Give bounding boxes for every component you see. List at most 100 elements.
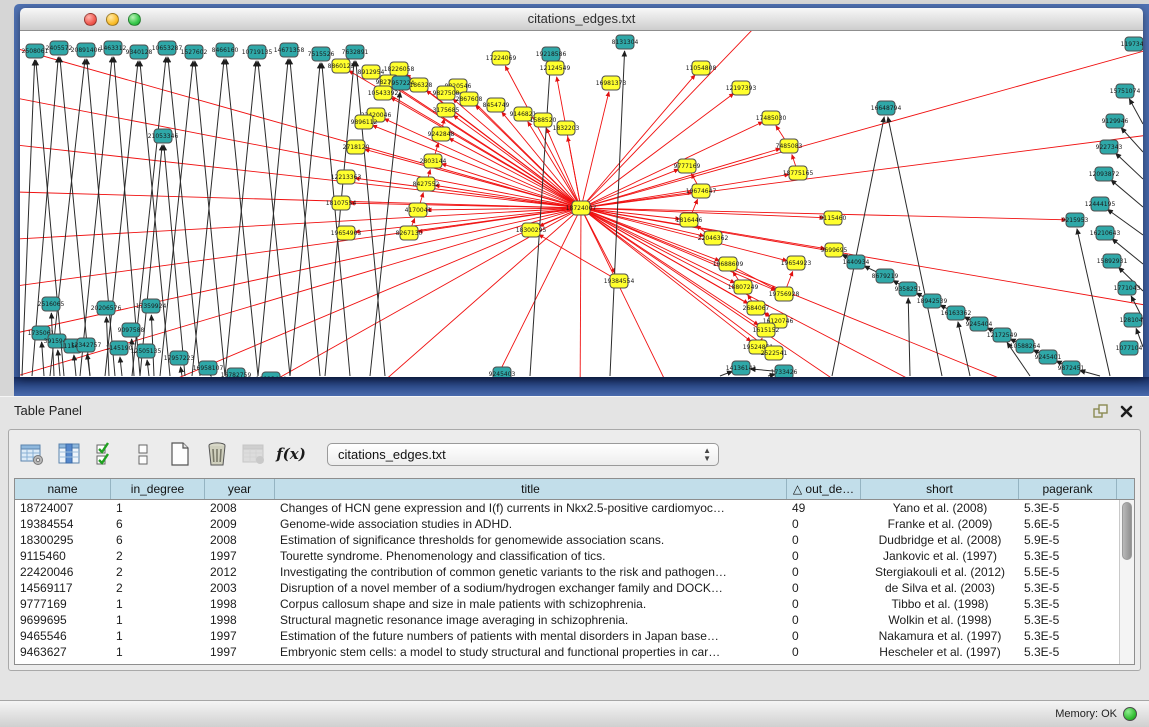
table-cell: 9115460 (15, 548, 111, 564)
graph-edge[interactable] (1129, 99, 1143, 124)
graph-edge[interactable] (581, 208, 1080, 377)
memory-ok-indicator-icon[interactable] (1123, 707, 1137, 721)
table-cell: 1 (111, 596, 205, 612)
graph-edge[interactable] (581, 75, 695, 208)
graph-edge[interactable] (192, 59, 224, 376)
network-window-titlebar[interactable]: citations_edges.txt (20, 8, 1143, 31)
graph-node-label: 11054808 (686, 65, 717, 72)
column-header[interactable]: △ out_de… (787, 479, 861, 499)
column-header[interactable]: name (15, 479, 111, 499)
graph-edge[interactable] (958, 322, 970, 376)
graph-edge[interactable] (1077, 229, 1110, 376)
table-row[interactable]: 1456911722003Disruption of a novel membe… (15, 580, 1134, 596)
table-row[interactable]: 911546021997Tourette syndrome. Phenomeno… (15, 548, 1134, 564)
graph-edge[interactable] (325, 61, 354, 376)
graph-edge[interactable] (442, 164, 581, 208)
deselect-all-button[interactable] (128, 439, 158, 469)
graph-edge[interactable] (888, 117, 942, 376)
graph-node-label: 3175685 (433, 107, 460, 114)
graph-node-label: 12124549 (540, 65, 571, 72)
close-window-button[interactable] (84, 13, 97, 26)
graph-node-label: 18724007 (566, 205, 597, 212)
graph-node-label: 20891406 (71, 47, 102, 54)
table-row[interactable]: 977716911998Corpus callosum shape and si… (15, 596, 1134, 612)
table-cell: Dudbridge et al. (2008) (861, 532, 1019, 548)
graph-edge[interactable] (1121, 128, 1143, 152)
graph-node-label: 19384554 (604, 278, 635, 285)
graph-edge[interactable] (195, 61, 225, 376)
table-settings-button[interactable] (17, 439, 47, 469)
table-cell: Genome-wide association studies in ADHD. (275, 516, 787, 532)
table-cell: 5.3E-5 (1019, 500, 1117, 516)
column-header[interactable]: year (205, 479, 275, 499)
table-row[interactable]: 969969511998Structural magnetic resonanc… (15, 612, 1134, 628)
graph-edge[interactable] (87, 59, 115, 376)
scrollbar-thumb[interactable] (1122, 502, 1132, 560)
column-header[interactable]: short (861, 479, 1019, 499)
graph-edge[interactable] (1116, 153, 1143, 179)
table-row[interactable]: 946362711997Embryonic stem cells: a mode… (15, 644, 1134, 660)
table-row[interactable]: 1938455462009Genome-wide association stu… (15, 516, 1134, 532)
graph-edge[interactable] (20, 208, 581, 341)
graph-edge[interactable] (355, 208, 581, 232)
graph-node-label: 10543392 (368, 90, 399, 97)
graph-edge[interactable] (580, 208, 581, 377)
table-cell: 19384554 (15, 516, 111, 532)
column-header[interactable]: title (275, 479, 787, 499)
column-header[interactable]: in_degree (111, 479, 205, 499)
graph-edge[interactable] (581, 208, 751, 341)
graph-edge[interactable] (581, 169, 679, 208)
select-all-button[interactable] (91, 439, 121, 469)
minimize-window-button[interactable] (106, 13, 119, 26)
graph-edge[interactable] (225, 61, 256, 376)
graph-edge[interactable] (20, 208, 581, 377)
graph-edge[interactable] (60, 57, 90, 376)
graph-edge[interactable] (1111, 180, 1143, 207)
float-panel-icon[interactable] (1093, 404, 1108, 424)
graph-edge[interactable] (180, 367, 182, 376)
graph-edge[interactable] (418, 208, 581, 232)
table-row[interactable]: 1830029562008Estimation of significance … (15, 532, 1134, 548)
table-row[interactable]: 946554611997Estimation of the future num… (15, 628, 1134, 644)
graph-edge[interactable] (20, 191, 581, 208)
function-builder-button[interactable]: f(x) (276, 439, 306, 469)
graph-edge[interactable] (322, 63, 350, 376)
graph-edge[interactable] (530, 63, 550, 376)
graph-edge[interactable] (581, 208, 735, 283)
graph-edge[interactable] (226, 59, 258, 376)
graph-node-label: 2718120 (343, 144, 370, 151)
graph-edge[interactable] (581, 149, 780, 208)
table-cell: Hescheler et al. (1997) (861, 644, 1019, 660)
table-select-combobox[interactable]: citations_edges.txt ▲▼ (327, 443, 719, 466)
graph-node-label: 18107554 (326, 200, 357, 207)
graph-edge[interactable] (372, 125, 581, 208)
table-toolbar: f(x) citations_edges.txt ▲▼ (17, 435, 719, 473)
new-table-button[interactable] (165, 439, 195, 469)
table-cell: 9463627 (15, 644, 111, 660)
delete-table-button[interactable] (202, 439, 232, 469)
graph-edge[interactable] (50, 59, 85, 376)
zoom-window-button[interactable] (128, 13, 141, 26)
graph-edge[interactable] (168, 57, 200, 376)
graph-node-label: 12172549 (987, 332, 1018, 339)
network-canvas[interactable]: 1872400788601238912954182260589827509818… (20, 31, 1143, 377)
table-cell: Estimation of the future numbers of pati… (275, 628, 787, 644)
table-row[interactable]: 2242004622012Investigating the contribut… (15, 564, 1134, 580)
graph-edge[interactable] (581, 31, 780, 208)
graph-edge[interactable] (20, 208, 581, 241)
show-column-button[interactable] (54, 439, 84, 469)
graph-edge[interactable] (120, 357, 122, 376)
graph-edge[interactable] (908, 298, 910, 376)
graph-node-label: 10674647 (686, 188, 717, 195)
graph-edge[interactable] (147, 360, 149, 376)
close-panel-icon[interactable] (1120, 405, 1133, 423)
graph-edge[interactable] (42, 342, 44, 376)
table-row[interactable]: 1872400712008Changes of HCN gene express… (15, 500, 1134, 516)
graph-edge[interactable] (365, 149, 581, 208)
vertical-scrollbar[interactable] (1119, 500, 1134, 664)
graph-node-label: 8427552 (413, 181, 440, 188)
column-header[interactable]: pagerank (1019, 479, 1117, 499)
graph-edge[interactable] (505, 66, 581, 208)
table-cell: 5.3E-5 (1019, 644, 1117, 660)
graph-node-label: 18942539 (917, 298, 948, 305)
